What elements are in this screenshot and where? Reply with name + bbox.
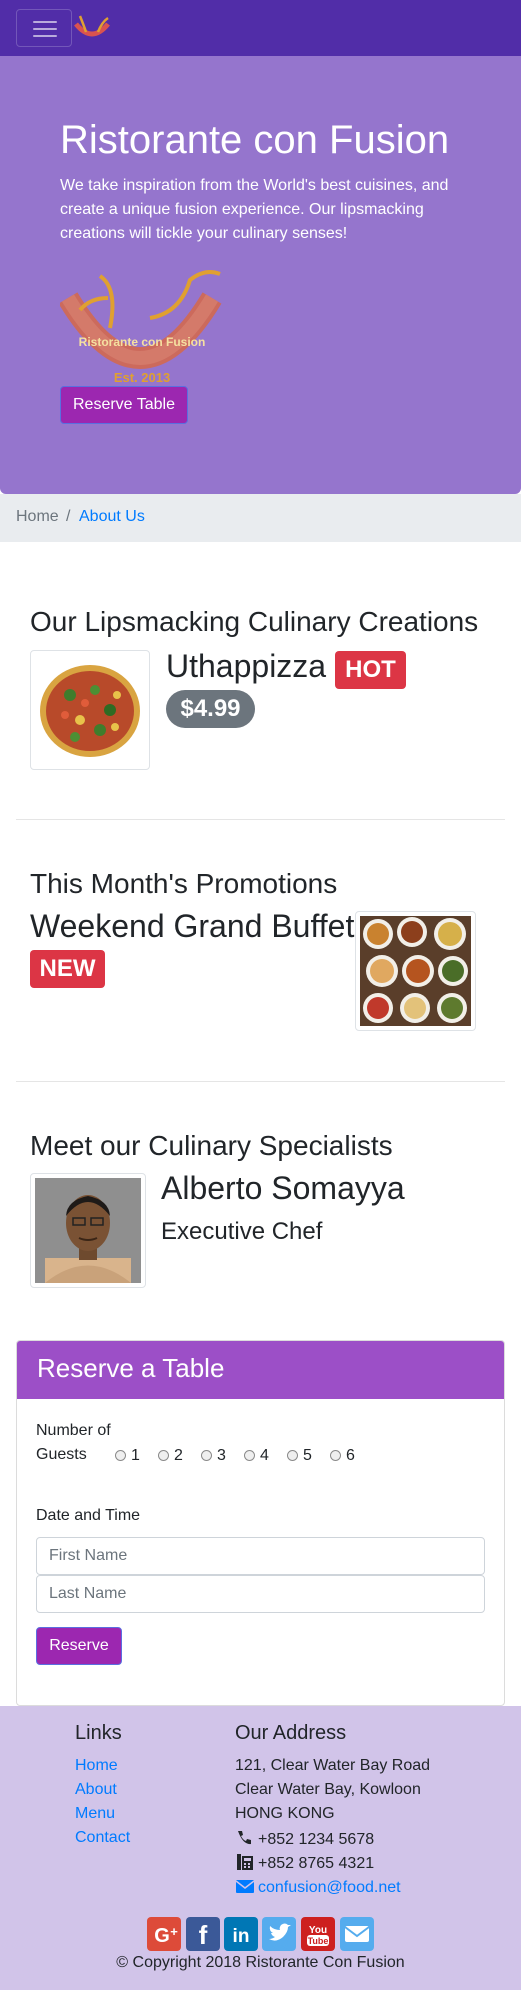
radio-label: 4 (260, 1447, 269, 1464)
radio-label: 3 (217, 1447, 226, 1464)
guest-radio-2[interactable]: 2 (158, 1447, 183, 1465)
svg-text:G: G (154, 1925, 170, 1947)
address-line: Clear Water Bay, Kowloon (235, 1781, 421, 1798)
phone-icon (238, 1831, 251, 1845)
logo-text: Ristorante con Fusion (79, 335, 206, 349)
svg-text:+: + (170, 1924, 178, 1939)
breadcrumb-separator: / (66, 508, 71, 525)
mail-icon[interactable] (340, 1917, 374, 1951)
first-name-input[interactable] (36, 1537, 485, 1575)
fax-line: +852 8765 4321 (235, 1853, 374, 1873)
links-heading: Links (75, 1722, 122, 1744)
radio-circle[interactable] (244, 1450, 255, 1461)
radio-circle[interactable] (330, 1450, 341, 1461)
price-badge: $4.99 (166, 690, 255, 728)
radio-circle[interactable] (158, 1450, 169, 1461)
hot-badge: HOT (335, 651, 406, 689)
chef-photo (30, 1173, 146, 1288)
footer-link-home[interactable]: Home (75, 1757, 118, 1775)
email-link[interactable]: confusion@food.net (258, 1879, 401, 1896)
specialist-name: Alberto Somayya (161, 1170, 405, 1206)
svg-text:in: in (233, 1926, 250, 1947)
radio-label: 6 (346, 1447, 355, 1464)
facebook-icon[interactable]: f (186, 1917, 220, 1951)
youtube-icon[interactable]: You Tube (301, 1917, 335, 1951)
radio-circle[interactable] (201, 1450, 212, 1461)
restaurant-logo[interactable] (72, 12, 112, 44)
creations-heading: Our Lipsmacking Culinary Creations (30, 606, 479, 637)
guest-radio-6[interactable]: 6 (330, 1447, 355, 1465)
footer-link-menu[interactable]: Menu (75, 1805, 115, 1823)
new-badge: NEW (30, 950, 105, 988)
address-line: 121, Clear Water Bay Road (235, 1757, 431, 1774)
pizza-image (30, 650, 150, 770)
restaurant-logo: Ristorante con Fusion Est. 2013 (60, 270, 222, 385)
specialists-heading: Meet our Culinary Specialists (30, 1130, 393, 1161)
fax-icon (237, 1854, 253, 1870)
envelope-icon (235, 1880, 255, 1893)
breadcrumb: Home / About Us (0, 494, 521, 542)
specialist-role: Executive Chef (161, 1218, 323, 1245)
radio-label: 5 (303, 1447, 312, 1464)
hero-text: We take inspiration from the World's bes… (60, 177, 449, 242)
radio-label: 1 (131, 1447, 140, 1464)
reserve-table-button[interactable]: Reserve Table (60, 386, 188, 424)
last-name-input[interactable] (36, 1575, 485, 1613)
hero-title: Ristorante con Fusion (60, 118, 450, 162)
datetime-label: Date and Time (36, 1507, 141, 1524)
address-line: HONG KONG (235, 1805, 335, 1822)
reserve-card-header: Reserve a Table (17, 1341, 504, 1399)
linkedin-icon[interactable]: in (224, 1917, 258, 1951)
guest-radio-3[interactable]: 3 (201, 1447, 226, 1465)
google-plus-icon[interactable]: G + (147, 1917, 181, 1951)
jumbotron: Ristorante con Fusion We take inspiratio… (0, 56, 521, 494)
copyright: © Copyright 2018 Ristorante Con Fusion (116, 1954, 405, 1971)
radio-circle[interactable] (287, 1450, 298, 1461)
dish-name: Uthappizza (166, 648, 327, 684)
fax-number: +852 8765 4321 (258, 1855, 375, 1872)
radio-circle[interactable] (115, 1450, 126, 1461)
breadcrumb-home[interactable]: Home (16, 508, 59, 526)
breadcrumb-current[interactable]: About Us (79, 508, 145, 526)
promotion-name: Weekend Grand Buffet (30, 908, 355, 944)
divider (16, 819, 505, 820)
svg-text:You: You (309, 1925, 327, 1936)
svg-text:Tube: Tube (308, 1936, 329, 1946)
buffet-image (355, 911, 476, 1031)
phone-number: +852 1234 5678 (258, 1831, 375, 1848)
radio-label: 2 (174, 1447, 183, 1464)
twitter-icon[interactable] (262, 1917, 296, 1951)
phone-line: +852 1234 5678 (235, 1829, 374, 1849)
guest-radio-5[interactable]: 5 (287, 1447, 312, 1465)
navbar (0, 0, 521, 56)
guest-radio-1[interactable]: 1 (115, 1447, 140, 1465)
logo-est: Est. 2013 (114, 370, 170, 385)
guests-label: Number of Guests (36, 1422, 111, 1463)
svg-text:f: f (199, 1920, 208, 1950)
reserve-card: Reserve a Table Number of Guests 1 2 3 4… (16, 1340, 505, 1706)
promotions-heading: This Month's Promotions (30, 868, 338, 899)
divider (16, 1081, 505, 1082)
reserve-heading: Reserve a Table (37, 1353, 225, 1383)
guest-radio-4[interactable]: 4 (244, 1447, 269, 1465)
address-heading: Our Address (235, 1722, 347, 1744)
email-line: confusion@food.net (235, 1877, 401, 1897)
reserve-button[interactable]: Reserve (36, 1627, 122, 1665)
footer-link-contact[interactable]: Contact (75, 1829, 130, 1847)
hamburger-menu-icon[interactable] (16, 9, 72, 47)
footer-link-about[interactable]: About (75, 1781, 117, 1799)
